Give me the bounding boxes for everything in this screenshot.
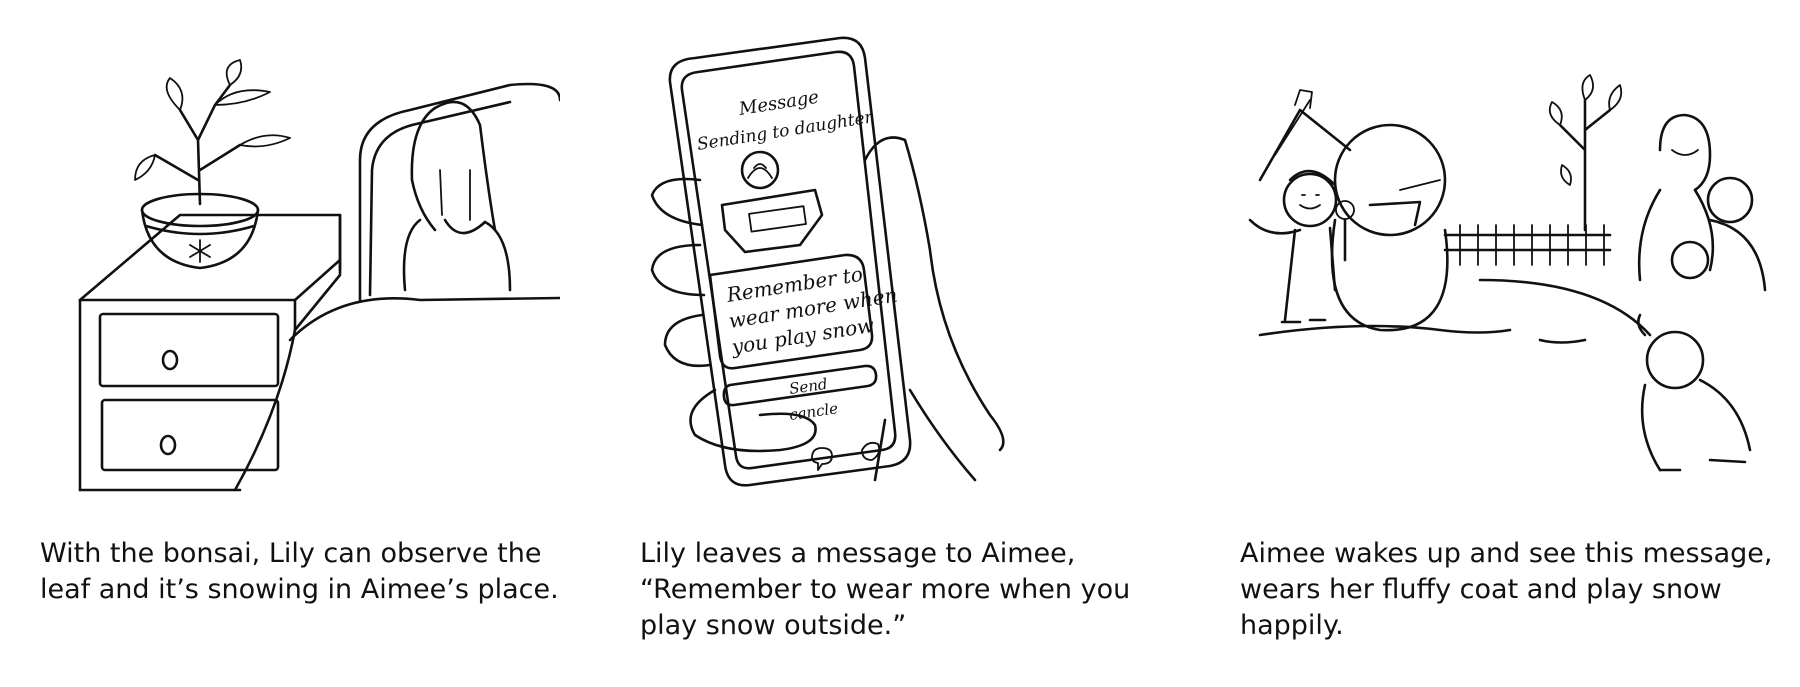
caption-line: Aimee wakes up and see this message, xyxy=(1240,538,1773,569)
boy-figure xyxy=(1478,278,1752,472)
panel-message: Message Sending to daughter Remember to … xyxy=(640,0,1200,687)
snow-ground xyxy=(1258,324,1587,344)
message-input[interactable]: Remember to wear more when you play snow xyxy=(708,253,899,370)
adult-figure xyxy=(1637,113,1715,282)
panel-snow-play: Aimee wakes up and see this message, wea… xyxy=(1240,0,1800,687)
bonsai-shape-button[interactable] xyxy=(720,188,824,254)
caption-panel-1: With the bonsai, Lily can observe the le… xyxy=(40,536,580,608)
caption-line: Lily leaves a message to Aimee, xyxy=(640,538,1076,569)
snowman xyxy=(1330,123,1449,332)
bonsai-plant xyxy=(134,59,291,206)
caption-line: play snow outside.” xyxy=(640,610,907,641)
caption-panel-3: Aimee wakes up and see this message, wea… xyxy=(1240,536,1780,644)
tree xyxy=(1548,74,1623,232)
smartphone: Message Sending to daughter Remember to … xyxy=(668,36,912,487)
caption-line: With the bonsai, Lily can observe the xyxy=(40,538,542,569)
caption-line: wears her fluffy coat and play snow xyxy=(1240,574,1722,605)
message-header-title: Message xyxy=(737,87,821,120)
snow-play-sketch xyxy=(1248,74,1767,472)
bed-with-woman xyxy=(233,82,560,492)
message-header-subtitle: Sending to daughter xyxy=(696,107,875,155)
phone-in-hand-sketch: Message Sending to daughter Remember to … xyxy=(650,36,1005,487)
caption-line: “Remember to wear more when you xyxy=(640,574,1131,605)
panel-bonsai: With the bonsai, Lily can observe the le… xyxy=(40,0,600,687)
avatar xyxy=(740,150,780,190)
send-button[interactable]: Send xyxy=(722,364,878,407)
cancel-button[interactable]: cancle xyxy=(788,399,839,424)
girl-figure xyxy=(1280,169,1338,324)
caption-panel-2: Lily leaves a message to Aimee, “Remembe… xyxy=(640,536,1180,644)
caption-line: happily. xyxy=(1240,610,1344,641)
bonsai-bedroom-sketch xyxy=(78,59,560,492)
caption-line: leaf and it’s snowing in Aimee’s place. xyxy=(40,574,559,605)
snowflake-icon xyxy=(189,239,211,263)
child-with-snowball xyxy=(1670,176,1767,292)
send-button-label: Send xyxy=(788,375,829,398)
house xyxy=(1248,89,1352,235)
